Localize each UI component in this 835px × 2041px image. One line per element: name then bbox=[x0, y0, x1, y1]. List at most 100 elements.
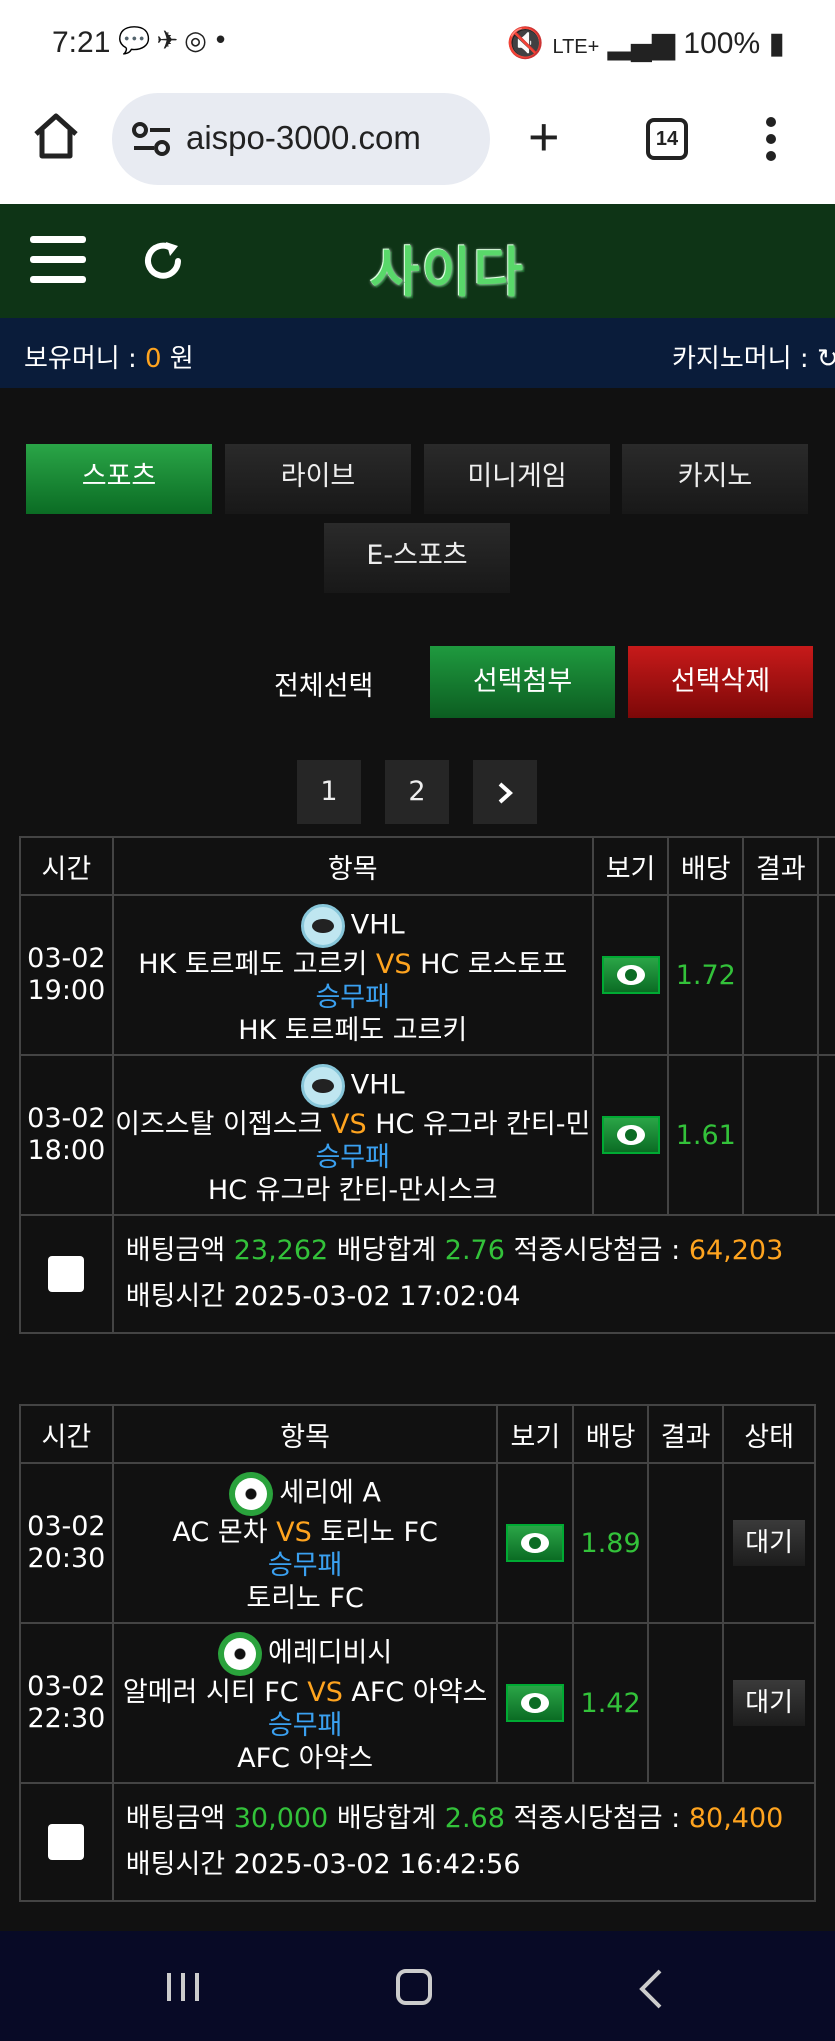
refresh-icon[interactable] bbox=[140, 238, 186, 284]
tab-casino[interactable]: 카지노 bbox=[622, 444, 808, 514]
tab-live[interactable]: 라이브 bbox=[225, 444, 411, 514]
picked-selection: 토리노 FC bbox=[246, 1582, 364, 1614]
casino-money-label: 카지노머니 : bbox=[672, 344, 809, 374]
total-odds-value: 2.76 bbox=[444, 1235, 505, 1266]
attach-selected-button[interactable]: 선택첨부 bbox=[430, 646, 615, 718]
hockey-icon bbox=[300, 903, 345, 948]
vs-label: VS bbox=[331, 1108, 367, 1140]
tab-esports[interactable]: E-스포츠 bbox=[324, 523, 510, 593]
select-checkbox[interactable] bbox=[48, 1256, 85, 1292]
more-menu-icon[interactable] bbox=[764, 116, 778, 162]
url-bar[interactable]: aispo-3000.com bbox=[112, 93, 490, 185]
soccer-icon bbox=[229, 1471, 274, 1516]
eye-icon[interactable] bbox=[506, 1684, 565, 1722]
league-name: VHL bbox=[350, 909, 405, 940]
tab-minigame[interactable]: 미니게임 bbox=[424, 444, 610, 514]
status-cell-partial bbox=[817, 1054, 835, 1216]
recents-icon[interactable] bbox=[166, 1971, 200, 2003]
result-cell bbox=[742, 1054, 820, 1216]
match-time: 03-02 18:00 bbox=[19, 1054, 114, 1216]
view-cell bbox=[496, 1622, 575, 1784]
menu-icon[interactable] bbox=[30, 236, 86, 284]
signal-icon: ▂▄▆ bbox=[607, 27, 676, 60]
market-type: 승무패 bbox=[315, 1141, 390, 1173]
odds-value: 1.61 bbox=[667, 1054, 745, 1216]
home-team: 이즈스탈 이젭스크 bbox=[115, 1108, 323, 1140]
delete-selected-button[interactable]: 선택삭제 bbox=[628, 646, 813, 718]
vs-label: VS bbox=[276, 1516, 312, 1548]
site-logo[interactable]: 사이다 bbox=[370, 228, 525, 307]
market-type: 승무패 bbox=[315, 981, 390, 1013]
bet-summary: 배팅금액 23,262 배당합계 2.76 적중시당첨금 : 64,203 배팅… bbox=[111, 1214, 835, 1334]
bet-time-label: 배팅시간 bbox=[125, 1281, 226, 1312]
result-cell bbox=[742, 894, 820, 1056]
match-info: VHL HK 토르페도 고르키 VS HC 로스토프 승무패 HK 토르페도 고… bbox=[111, 894, 594, 1056]
page-2-button[interactable]: 2 bbox=[385, 760, 449, 824]
match-time: 03-02 22:30 bbox=[19, 1622, 114, 1784]
eye-icon[interactable] bbox=[506, 1524, 565, 1562]
site-settings-icon[interactable] bbox=[132, 121, 172, 157]
status-badge[interactable]: 대기 bbox=[733, 1520, 806, 1566]
match-info: 에레디비시 알메러 시티 FC VS AFC 아약스 승무패 AFC 아약스 bbox=[111, 1622, 499, 1784]
view-cell bbox=[496, 1462, 575, 1624]
back-icon[interactable] bbox=[636, 1967, 666, 2011]
status-badge[interactable]: 대기 bbox=[733, 1680, 806, 1726]
home-button-icon[interactable] bbox=[396, 1969, 432, 2005]
match-time: 03-02 19:00 bbox=[19, 894, 114, 1056]
chevron-right-icon bbox=[498, 782, 513, 803]
summary-row: 배팅금액 23,262 배당합계 2.76 적중시당첨금 : 64,203 배팅… bbox=[19, 1214, 835, 1334]
result-cell bbox=[647, 1462, 725, 1624]
picked-selection: HK 토르페도 고르키 bbox=[238, 1014, 468, 1046]
new-tab-icon[interactable]: + bbox=[528, 106, 560, 168]
tab-sports[interactable]: 스포츠 bbox=[26, 444, 212, 514]
bet-slip-table: 시간 항목 보기 배당 결과 03-02 19:00 VHL HK 토르페도 고르… bbox=[19, 836, 835, 1334]
eye-icon[interactable] bbox=[601, 1116, 660, 1154]
page-1-button[interactable]: 1 bbox=[297, 760, 361, 824]
amount-value: 30,000 bbox=[233, 1803, 329, 1834]
status-cell-partial bbox=[817, 894, 835, 1056]
tab-switcher-button[interactable]: 14 bbox=[646, 118, 688, 160]
col-item: 항목 bbox=[111, 836, 594, 896]
table-row: 03-02 19:00 VHL HK 토르페도 고르키 VS HC 로스토프 승무… bbox=[19, 894, 835, 1056]
odds-value: 1.89 bbox=[572, 1462, 650, 1624]
vs-label: VS bbox=[375, 948, 412, 980]
status-time: 7:21 bbox=[52, 26, 111, 59]
bet-summary: 배팅금액 30,000 배당합계 2.68 적중시당첨금 : 80,400 배팅… bbox=[111, 1782, 817, 1902]
next-page-button[interactable] bbox=[473, 760, 537, 824]
amount-label: 배팅금액 bbox=[125, 1235, 226, 1266]
status-right: 🔇 LTE+ ▂▄▆ 100% ▮ bbox=[507, 26, 785, 61]
battery-label: 100% bbox=[683, 27, 761, 60]
select-all-label[interactable]: 전체선택 bbox=[274, 664, 373, 703]
col-view: 보기 bbox=[496, 1404, 575, 1464]
table-header-row: 시간 항목 보기 배당 결과 bbox=[19, 836, 835, 896]
col-status: 상태 bbox=[722, 1404, 816, 1464]
home-team: 알메러 시티 FC bbox=[122, 1676, 299, 1708]
eye-icon[interactable] bbox=[601, 956, 660, 994]
total-odds-label: 배당합계 bbox=[336, 1235, 437, 1266]
picked-selection: HC 유그라 칸티-만시스크 bbox=[207, 1174, 498, 1206]
bet-slip-table: 시간 항목 보기 배당 결과 상태 03-02 20:30 세리에 A AC 몬차… bbox=[19, 1404, 817, 1902]
market-type: 승무패 bbox=[267, 1549, 343, 1581]
col-status-partial bbox=[817, 836, 835, 896]
casino-money: 카지노머니 : ↻ bbox=[672, 338, 835, 375]
payout-value: 80,400 bbox=[688, 1803, 784, 1834]
col-time: 시간 bbox=[19, 836, 114, 896]
holding-money-value: 0 bbox=[144, 344, 162, 374]
home-icon[interactable] bbox=[30, 110, 82, 162]
mute-icon: 🔇 bbox=[506, 27, 545, 60]
system-nav-bar bbox=[0, 1931, 835, 2041]
casino-refresh-icon[interactable]: ↻ bbox=[817, 344, 835, 374]
holding-money: 보유머니 : 0 원 bbox=[24, 338, 194, 375]
col-result: 결과 bbox=[647, 1404, 725, 1464]
vs-label: VS bbox=[307, 1676, 343, 1708]
total-odds-value: 2.68 bbox=[444, 1803, 505, 1834]
table-header-row: 시간 항목 보기 배당 결과 상태 bbox=[19, 1404, 816, 1464]
table-row: 03-02 18:00 VHL 이즈스탈 이젭스크 VS HC 유그라 칸티-민 … bbox=[19, 1054, 835, 1216]
select-checkbox[interactable] bbox=[48, 1824, 85, 1860]
col-item: 항목 bbox=[111, 1404, 499, 1464]
col-view: 보기 bbox=[591, 836, 670, 896]
away-team: 토리노 FC bbox=[320, 1516, 438, 1548]
market-type: 승무패 bbox=[267, 1709, 343, 1741]
away-team: AFC 아약스 bbox=[351, 1676, 488, 1708]
holding-money-unit: 원 bbox=[169, 344, 194, 374]
